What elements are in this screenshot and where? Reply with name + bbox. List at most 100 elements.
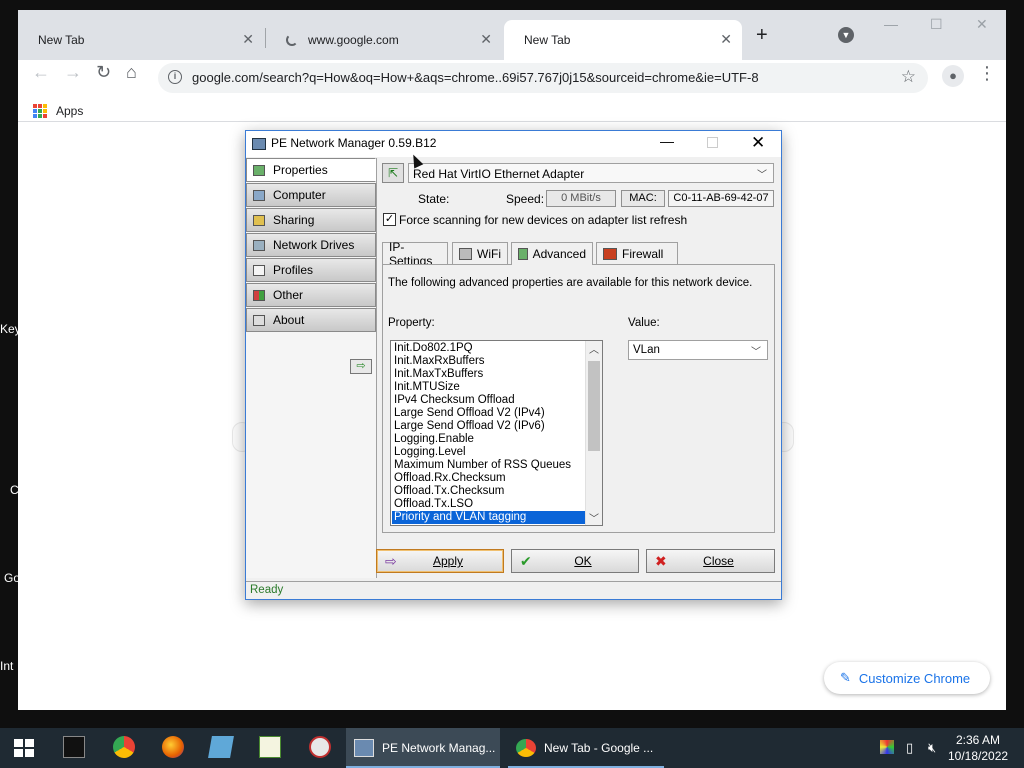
sidebar-item-network-drives[interactable]: Network Drives [246,233,376,257]
maximize-icon[interactable]: ☐ [930,16,943,33]
property-list-item[interactable]: Logging.Level [392,446,585,459]
taskbar-item-label: PE Network Manag... [382,741,496,755]
network-drive-icon [253,239,265,251]
value-select[interactable]: VLan ﹀ [628,340,768,360]
forward-arrow-icon[interactable]: → [64,62,82,83]
sidebar-item-other[interactable]: Other [246,283,376,307]
color-tray-icon[interactable] [880,740,894,754]
property-list-item[interactable]: IPv4 Checksum Offload [392,394,585,407]
home-icon[interactable]: ⌂ [126,62,137,83]
tab-ip-settings[interactable]: IP-Settings [382,240,448,268]
system-clock[interactable]: 2:36 AM 10/18/2022 [948,732,1008,764]
close-button[interactable]: ✖ Close [646,549,775,573]
pe-title-bar[interactable]: PE Network Manager 0.59.B12 — ✕ [246,131,781,157]
sidebar-item-label: Properties [273,163,328,177]
sidebar-item-about[interactable]: About [246,308,376,332]
state-label: State: [418,192,450,206]
property-list-item[interactable]: Offload.Rx.Checksum [392,472,585,485]
minimize-icon[interactable]: — [884,16,898,32]
property-list-item[interactable]: Init.MaxRxBuffers [392,355,585,368]
adapter-selected-value: Red Hat VirtIO Ethernet Adapter [413,167,585,181]
menu-kebab-icon[interactable]: ⋮ [978,63,996,84]
sidebar-item-properties[interactable]: Properties [246,158,376,182]
close-icon[interactable]: ✕ [242,31,254,48]
terminal-icon[interactable] [63,736,85,758]
firefox-icon[interactable] [162,736,184,758]
minimize-icon[interactable]: — [660,133,674,149]
address-bar[interactable]: i google.com/search?q=How&oq=How+&aqs=ch… [158,63,928,93]
apps-link[interactable]: Apps [56,104,83,118]
tab-firewall[interactable]: Firewall [596,242,678,264]
close-window-icon[interactable]: ✕ [976,16,988,33]
tab-advanced[interactable]: Advanced [511,242,593,265]
tab-label: Firewall [622,246,664,261]
sidebar-item-profiles[interactable]: Profiles [246,258,376,282]
site-info-icon[interactable]: i [168,70,182,84]
property-list-item[interactable]: Large Send Offload V2 (IPv6) [392,420,585,433]
close-icon[interactable]: ✕ [480,31,492,48]
property-list-item[interactable]: Init.MTUSize [392,381,585,394]
property-list-item[interactable]: Init.MaxTxBuffers [392,368,585,381]
adapter-refresh-icon[interactable]: ⇱ [382,163,404,183]
force-scan-label[interactable]: Force scanning for new devices on adapte… [399,213,687,227]
notepad-icon[interactable] [208,736,234,758]
sidebar-item-computer[interactable]: Computer [246,183,376,207]
sidebar-item-label: Computer [273,188,326,202]
maximize-icon [707,137,718,148]
tab-new-tab-active[interactable]: New Tab ✕ [504,20,742,60]
ok-button[interactable]: ✔ OK [511,549,639,573]
taskbar-item-pe-network-manager[interactable]: PE Network Manag... [346,728,500,768]
network-card-icon [253,164,265,176]
volume-muted-icon[interactable]: 🔇︎ [928,740,936,756]
tab-title: www.google.com [308,33,399,47]
property-list[interactable]: Init.Do802.1PQ Init.MaxRxBuffers Init.MaxT… [390,340,603,526]
property-list-item[interactable]: Offload.Tx.LSO [392,498,585,511]
property-list-item[interactable]: Priority and VLAN tagging [392,511,585,524]
scroll-down-icon[interactable]: ﹀ [589,510,599,525]
windows-start-icon[interactable] [14,739,34,757]
collapse-arrow-icon[interactable]: ⇨ [350,359,372,374]
customize-chrome-button[interactable]: ✎ Customize Chrome [824,662,990,694]
desktop-label-4[interactable]: Int [0,659,18,673]
url-text[interactable]: google.com/search?q=How&oq=How+&aqs=chro… [192,70,759,85]
force-scan-checkbox[interactable]: ✓ [383,213,396,226]
property-list-item[interactable]: Large Send Offload V2 (IPv4) [392,407,585,420]
back-arrow-icon[interactable]: ← [32,62,50,83]
desktop-label-1[interactable]: Key [0,322,18,336]
chrome-icon[interactable] [113,736,135,758]
property-list-item[interactable]: Maximum Number of RSS Queues [392,459,585,472]
usb-device-icon[interactable]: ▯ [906,740,913,756]
wifi-icon [459,247,472,260]
tab-google[interactable]: www.google.com ✕ [266,20,502,60]
tab-search-chevron-icon[interactable]: ▼ [838,27,854,43]
property-list-scrollbar[interactable]: ︿ ﹀ [585,341,602,525]
paint-tool-icon[interactable] [309,736,331,758]
property-list-item[interactable]: Logging.Enable [392,433,585,446]
scroll-thumb[interactable] [588,361,600,451]
property-list-item[interactable]: Offload.Tx.Checksum [392,485,585,498]
apply-button[interactable]: ⇨ Apply [376,549,504,573]
checkmark-icon: ✔ [520,553,532,569]
sidebar-item-sharing[interactable]: Sharing [246,208,376,232]
adapter-select[interactable]: Red Hat VirtIO Ethernet Adapter ﹀ [408,163,774,183]
advanced-network-icon [518,248,528,260]
bookmark-star-icon[interactable]: ☆ [901,67,916,87]
close-icon[interactable]: ✕ [720,31,732,48]
apps-grid-icon[interactable] [33,104,47,118]
value-label: Value: [628,317,660,329]
new-tab-plus-icon[interactable]: + [756,24,768,47]
close-window-icon[interactable]: ✕ [751,133,765,153]
tab-wifi[interactable]: WiFi [452,242,508,264]
chart-editor-icon[interactable] [259,736,281,758]
tab-new-tab-1[interactable]: New Tab ✕ [18,20,264,60]
speed-value: 0 MBit/s [546,190,616,207]
scroll-up-icon[interactable]: ︿ [589,341,599,356]
tab-strip: New Tab ✕ www.google.com ✕ New Tab ✕ + ▼… [18,10,1006,60]
property-list-item[interactable]: Init.Do802.1PQ [392,342,585,355]
reload-icon[interactable]: ↻ [96,62,111,83]
taskbar-item-chrome[interactable]: New Tab - Google ... [508,728,664,768]
sidebar-item-label: Sharing [273,213,315,227]
profile-avatar-icon[interactable]: ● [942,65,964,87]
firewall-brick-icon [603,247,617,260]
status-text: Ready [250,584,284,596]
